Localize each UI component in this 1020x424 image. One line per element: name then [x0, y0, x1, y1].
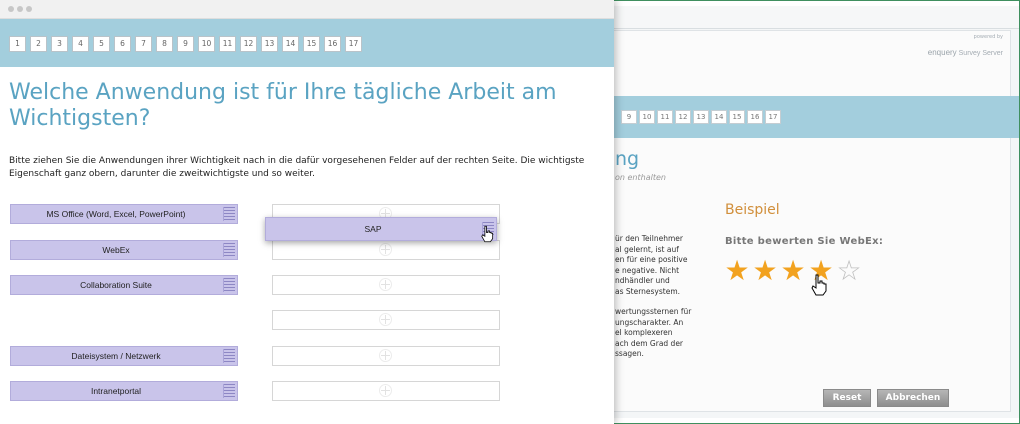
logo-suffix: Survey Server — [958, 50, 1003, 57]
drag-handle-icon[interactable] — [223, 349, 235, 363]
page-number-button[interactable]: 2 — [30, 36, 47, 52]
page-number-button[interactable]: 13 — [261, 36, 278, 52]
window-titlebar — [0, 0, 614, 19]
description-line: ach dem Grad der — [615, 338, 684, 348]
page-number-button[interactable]: 14 — [711, 110, 727, 124]
example-title: Beispiel — [725, 202, 780, 218]
page-number-button[interactable]: 9 — [621, 110, 637, 124]
logo-text: enquery — [927, 48, 957, 57]
drop-slot[interactable] — [272, 381, 500, 401]
crosshair-icon — [379, 278, 392, 291]
drag-handle-icon[interactable] — [223, 207, 235, 221]
description-line: en für eine positive — [615, 255, 688, 264]
question-title: Welche Anwendung ist für Ihre tägliche A… — [9, 80, 557, 131]
star-filled-icon[interactable]: ★ — [779, 257, 807, 285]
app-item-label: SAP — [364, 224, 382, 234]
app-item-label: Dateisystem / Netzwerk — [71, 351, 161, 361]
app-item-label: Collaboration Suite — [80, 280, 152, 290]
page-number-button[interactable]: 17 — [345, 36, 362, 52]
drop-slot[interactable] — [272, 275, 500, 295]
dragged-item-sap[interactable]: SAP — [265, 217, 497, 241]
front-window: 1 2 3 4 5 6 7 8 9 10 11 12 13 14 15 16 17 Welche Anwendu… — [0, 0, 614, 424]
page-number-button[interactable]: 10 — [198, 36, 215, 52]
reset-button[interactable]: Reset — [823, 389, 871, 407]
description-line: wertungssternen für — [615, 307, 692, 316]
app-item-webex[interactable]: WebEx — [10, 240, 238, 260]
page-number-button[interactable]: 14 — [282, 36, 299, 52]
drag-handle-icon[interactable] — [223, 243, 235, 257]
drop-slot[interactable] — [272, 310, 500, 330]
app-item-collaboration-suite[interactable]: Collaboration Suite — [10, 275, 238, 295]
app-item-label: MS Office (Word, Excel, PowerPoint) — [46, 209, 186, 219]
star-filled-icon[interactable]: ★ — [751, 257, 779, 285]
powered-by-logo: powered by enquery Survey Server — [928, 34, 1003, 59]
page-number-button[interactable]: 13 — [693, 110, 709, 124]
description-line: el komplexeren — [615, 328, 673, 337]
back-description: ür den Teilnehmer al gelernt, ist auf en f… — [615, 234, 705, 360]
star-filled-icon[interactable]: ★ — [723, 257, 751, 285]
description-line: as Sternesystem. — [615, 286, 681, 296]
page-number-button[interactable]: 7 — [135, 36, 152, 52]
crosshair-icon — [379, 313, 392, 326]
page-number-button[interactable]: 15 — [303, 36, 320, 52]
rating-question: Bitte bewerten Sie WebEx: — [725, 236, 884, 247]
cancel-button[interactable]: Abbrechen — [877, 389, 949, 407]
crosshair-icon — [379, 349, 392, 362]
drop-slot[interactable] — [272, 346, 500, 366]
description-line: ür den Teilnehmer — [615, 234, 683, 243]
window-control-icon[interactable] — [26, 6, 32, 12]
page-nav: 1 2 3 4 5 6 7 8 9 10 11 12 13 14 15 16 17 — [9, 36, 362, 52]
page-number-button[interactable]: 1 — [9, 36, 26, 52]
page-number-button[interactable]: 9 — [177, 36, 194, 52]
back-page-nav: 9 10 11 12 13 14 15 16 17 — [621, 110, 781, 124]
app-item-ms-office[interactable]: MS Office (Word, Excel, PowerPoint) — [10, 204, 238, 224]
page-number-button[interactable]: 12 — [240, 36, 257, 52]
description-line: ndhändler und — [615, 276, 670, 285]
app-item-dateisystem[interactable]: Dateisystem / Netzwerk — [10, 346, 238, 366]
hand-cursor-icon — [481, 225, 494, 243]
hand-cursor-icon — [811, 274, 827, 296]
page-number-button[interactable]: 17 — [765, 110, 781, 124]
star-empty-icon[interactable]: ☆ — [835, 257, 863, 285]
back-subtitle: on enthalten — [615, 173, 666, 182]
drop-slot[interactable] — [272, 240, 500, 260]
description-line: e negative. Nicht — [615, 265, 680, 275]
page-number-button[interactable]: 11 — [657, 110, 673, 124]
window-control-icon[interactable] — [17, 6, 23, 12]
page-number-button[interactable]: 15 — [729, 110, 745, 124]
back-title: ng — [615, 148, 640, 170]
powered-by-text: powered by — [973, 34, 1003, 40]
page-number-button[interactable]: 16 — [747, 110, 763, 124]
page-number-button[interactable]: 11 — [219, 36, 236, 52]
page-number-button[interactable]: 8 — [156, 36, 173, 52]
app-item-label: WebEx — [102, 245, 130, 255]
crosshair-icon — [379, 384, 392, 397]
app-item-intranetportal[interactable]: Intranetportal — [10, 381, 238, 401]
drag-handle-icon[interactable] — [223, 384, 235, 398]
description-line: ssagen. — [615, 349, 644, 358]
page-number-button[interactable]: 10 — [639, 110, 655, 124]
crosshair-icon — [379, 243, 392, 256]
back-window: powered by enquery Survey Server 9 10 11 12… — [600, 6, 1019, 418]
description-line: al gelernt, ist auf — [615, 244, 679, 254]
page-number-button[interactable]: 16 — [324, 36, 341, 52]
page-number-button[interactable]: 12 — [675, 110, 691, 124]
drag-handle-icon[interactable] — [223, 278, 235, 292]
app-item-label: Intranetportal — [90, 386, 142, 396]
star-rating[interactable]: ★ ★ ★ ★ ☆ — [723, 257, 863, 285]
description-line — [615, 297, 705, 307]
window-control-icon[interactable] — [8, 6, 14, 12]
back-topbar — [601, 6, 1019, 29]
page-number-button[interactable]: 5 — [93, 36, 110, 52]
page-number-button[interactable]: 3 — [51, 36, 68, 52]
page-number-button[interactable]: 6 — [114, 36, 131, 52]
description-line: ungscharakter. An — [615, 317, 684, 327]
page-number-button[interactable]: 4 — [72, 36, 89, 52]
instructions-text: Bitte ziehen Sie die Anwendungen ihrer W… — [9, 156, 585, 179]
